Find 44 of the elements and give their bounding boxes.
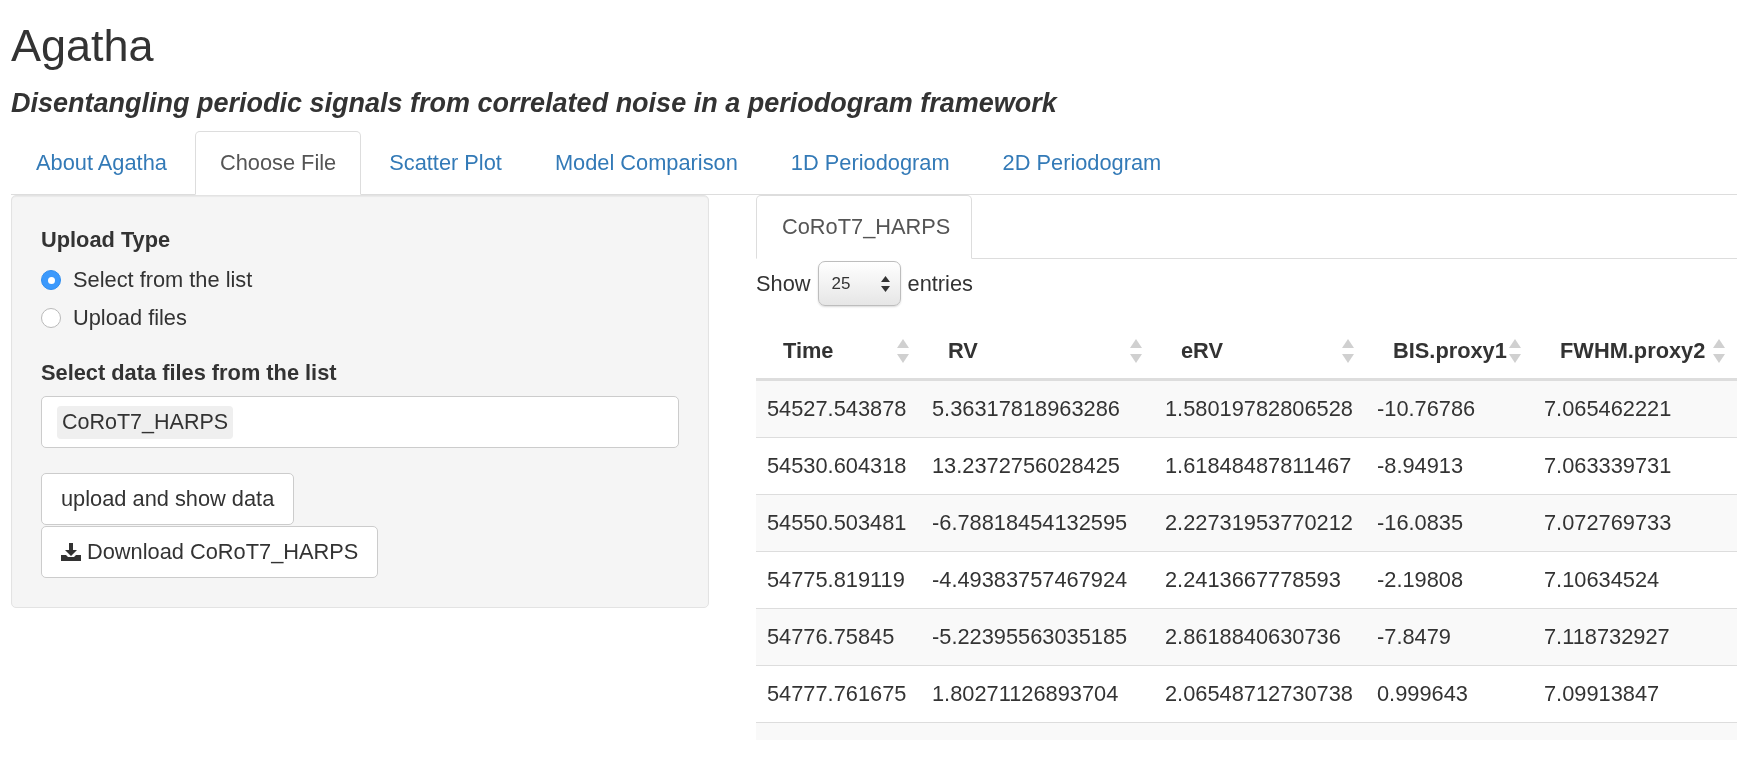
show-label: Show bbox=[756, 269, 811, 298]
page-size-select[interactable]: 25 bbox=[817, 261, 901, 307]
nav-tab[interactable]: About Agatha bbox=[11, 131, 192, 196]
table-cell: 1.58019782806528 bbox=[1154, 379, 1366, 438]
download-icon bbox=[61, 543, 81, 562]
table-cell: -16.0835 bbox=[1366, 494, 1533, 552]
table-cell: 7.072769733 bbox=[1533, 494, 1737, 552]
table-cell: 5.36317818963286 bbox=[921, 379, 1154, 438]
table-cell: -10.76786 bbox=[1366, 379, 1533, 438]
nav-tab[interactable]: Model Comparison bbox=[529, 131, 763, 196]
table-cell: 2.8618840630736 bbox=[1154, 608, 1366, 666]
table-cell: -5.22395563035185 bbox=[921, 608, 1154, 666]
updown-caret-icon bbox=[880, 275, 890, 292]
app-subtitle: Disentangling periodic signals from correlated noise in a periodogram framework bbox=[11, 88, 1057, 119]
download-button[interactable]: Download CoRoT7_HARPS bbox=[41, 526, 379, 579]
radio-icon[interactable] bbox=[41, 308, 61, 329]
radio-icon[interactable] bbox=[41, 270, 61, 291]
nav-tab[interactable]: Scatter Plot bbox=[364, 131, 527, 196]
table-cell: 2.22731953770212 bbox=[1154, 494, 1366, 552]
nav-tab[interactable]: Choose File bbox=[194, 131, 362, 196]
sort-icon bbox=[1130, 339, 1142, 364]
nav-tab[interactable]: 1D Periodogram bbox=[765, 131, 975, 196]
file-select-label: Select data files from the list bbox=[41, 359, 337, 388]
selected-file-chip[interactable]: CoRoT7_HARPS bbox=[57, 405, 234, 439]
table-cell: 7.118732927 bbox=[1533, 608, 1737, 666]
sort-icon bbox=[1342, 339, 1354, 364]
radio-option[interactable]: Select from the list bbox=[41, 266, 253, 295]
table-cell: -6.78818454132595 bbox=[921, 494, 1154, 552]
nav-tab[interactable]: 2D Periodogram bbox=[977, 131, 1187, 196]
table-cell: 7.065462221 bbox=[1533, 379, 1737, 438]
file-select-field[interactable]: CoRoT7_HARPS bbox=[41, 396, 679, 449]
radio-option[interactable]: Upload files bbox=[41, 304, 187, 333]
table-cell: 54550.503481 bbox=[756, 494, 921, 552]
dataset-tab[interactable]: CoRoT7_HARPS bbox=[756, 195, 973, 260]
app-title: Agatha bbox=[11, 21, 154, 71]
upload-type-label: Upload Type bbox=[41, 226, 171, 255]
sort-icon bbox=[1509, 339, 1521, 364]
table-cell: 54776.75845 bbox=[756, 608, 921, 666]
sort-icon bbox=[897, 339, 909, 364]
table-cell: -7.8479 bbox=[1366, 608, 1533, 666]
sort-icon bbox=[1713, 339, 1725, 364]
entries-label: entries bbox=[907, 269, 973, 298]
action-button[interactable]: upload and show data bbox=[41, 473, 295, 526]
table-cell: 54527.543878 bbox=[756, 379, 921, 438]
